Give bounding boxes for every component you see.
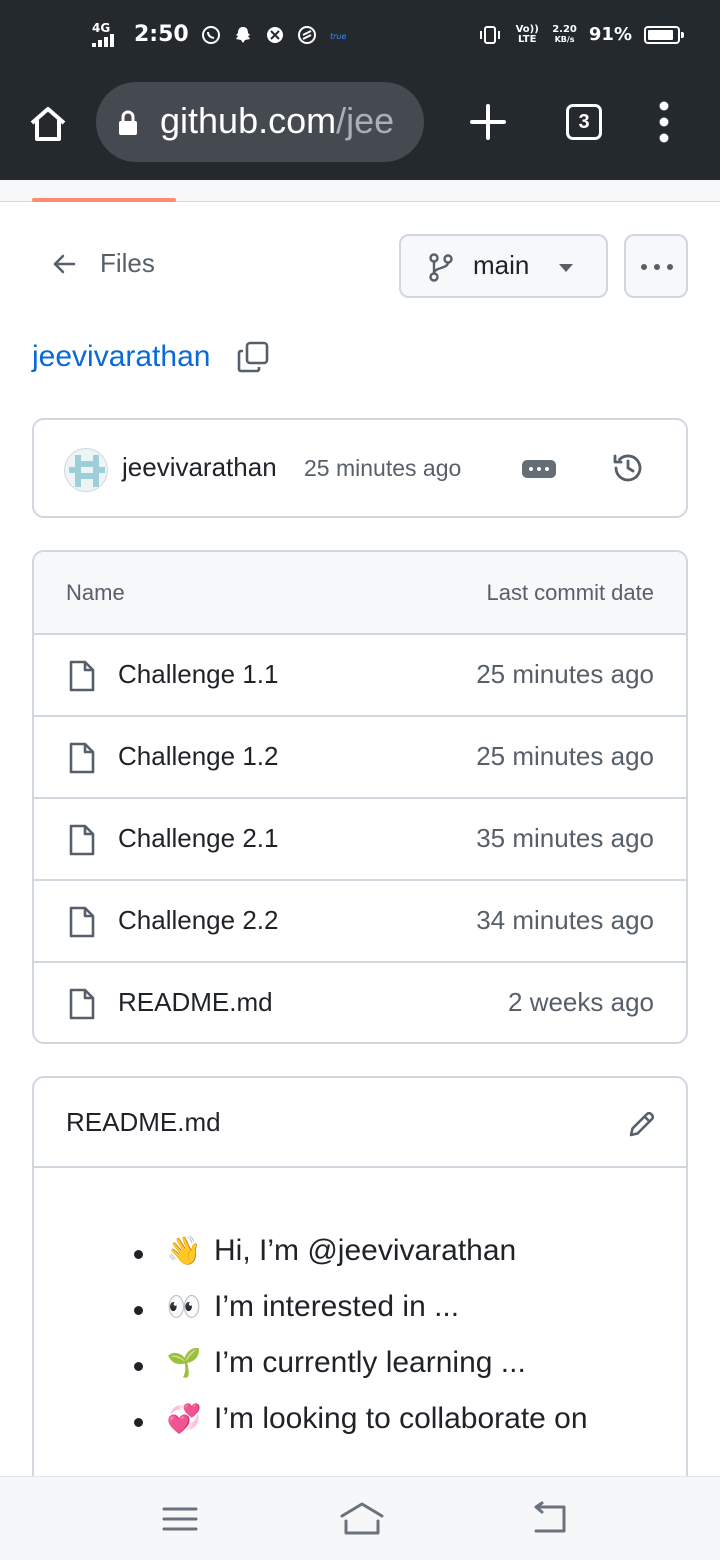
file-icon [69, 742, 95, 774]
signal-icon: 4G [92, 20, 122, 47]
table-row[interactable]: Challenge 2.1 35 minutes ago [34, 799, 686, 881]
speed-value: 2.20 [552, 23, 577, 35]
app-icon-2 [297, 25, 316, 44]
url-text: github.com/jee [160, 100, 394, 142]
file-name[interactable]: Challenge 1.1 [118, 659, 278, 690]
repo-breadcrumb: jeevivarathan [32, 340, 270, 374]
battery-icon [644, 25, 684, 44]
tab-switcher-button[interactable]: 3 [566, 104, 602, 140]
home-nav-icon[interactable] [338, 1501, 386, 1537]
commit-time: 25 minutes ago [304, 455, 462, 481]
eyes-icon: 👀 [166, 1290, 202, 1323]
clock: 2:50 [134, 22, 189, 47]
list-item: 🌱 I’m currently learning ... [134, 1346, 588, 1402]
history-icon[interactable] [610, 450, 646, 486]
lock-icon [119, 110, 137, 135]
branch-selector-button[interactable]: main [399, 234, 608, 298]
app-icon [266, 26, 283, 43]
file-date: 2 weeks ago [508, 987, 654, 1017]
readme-title: README.md [66, 1107, 221, 1137]
kebab-dot-icon [641, 264, 647, 270]
list-item-text: I’m looking to collaborate on [214, 1402, 588, 1435]
home-icon[interactable] [26, 102, 70, 146]
browser-toolbar: github.com/jee 3 [0, 78, 720, 180]
whatsapp-icon [201, 25, 220, 44]
new-tab-icon[interactable] [466, 100, 510, 144]
branch-name: main [473, 250, 530, 280]
back-to-files-link[interactable]: Files [50, 248, 155, 279]
svg-text:true: true [330, 32, 346, 41]
chevron-down-icon [559, 264, 573, 272]
network-speed: 2.20 KB/s [552, 23, 577, 45]
volte-indicator: Vo)) LTE [515, 23, 539, 45]
file-icon [69, 988, 95, 1020]
table-row[interactable]: Challenge 1.2 25 minutes ago [34, 717, 686, 799]
active-tab-indicator [32, 198, 176, 202]
file-icon [69, 660, 95, 692]
file-name[interactable]: Challenge 1.2 [118, 741, 278, 772]
url-path: /jee [336, 100, 395, 141]
file-name[interactable]: Challenge 2.1 [118, 823, 278, 854]
avatar[interactable] [64, 448, 108, 492]
status-left: 4G 2:50 true [92, 22, 349, 47]
pencil-icon[interactable] [626, 1108, 658, 1140]
arrow-left-icon [53, 254, 76, 273]
list-item: 👀 I’m interested in ... [134, 1290, 588, 1346]
file-date: 25 minutes ago [476, 659, 654, 689]
revolving-hearts-icon: 💞️ [166, 1402, 202, 1435]
snapchat-icon [235, 26, 250, 43]
list-item-text: I’m currently learning ... [214, 1346, 526, 1379]
address-bar[interactable]: github.com/jee [96, 82, 424, 162]
battery-percent: 91% [588, 24, 632, 45]
kebab-dot-icon [654, 264, 660, 270]
back-nav-icon[interactable] [528, 1501, 568, 1537]
status-bar: 4G 2:50 true Vo)) LTE 2.20 KB/s 91% [0, 0, 720, 78]
list-item-text: Hi, I’m @jeevivarathan [214, 1234, 517, 1267]
status-right: Vo)) LTE 2.20 KB/s 91% [478, 23, 684, 45]
url-host: github.com [160, 100, 337, 141]
more-options-button[interactable] [624, 234, 688, 298]
file-list-header: Name Last commit date [34, 552, 686, 635]
file-date: 35 minutes ago [476, 823, 654, 853]
list-item: 👋 Hi, I’m @jeevivarathan [134, 1234, 588, 1290]
page-tabs-strip [0, 180, 720, 202]
list-item-text: I’m interested in ... [214, 1290, 460, 1323]
column-header-name: Name [66, 580, 125, 605]
column-header-date: Last commit date [486, 580, 654, 605]
file-name[interactable]: Challenge 2.2 [118, 905, 278, 936]
seedling-icon: 🌱 [166, 1346, 202, 1379]
commit-message-toggle[interactable] [522, 460, 556, 478]
file-icon [69, 824, 95, 856]
list-item: 💞️ I’m looking to collaborate on [134, 1402, 588, 1458]
copy-icon[interactable] [236, 340, 270, 374]
back-label: Files [100, 248, 155, 278]
file-list-table: Name Last commit date Challenge 1.1 25 m… [32, 550, 688, 1044]
file-date: 25 minutes ago [476, 741, 654, 771]
table-row[interactable]: Challenge 1.1 25 minutes ago [34, 635, 686, 717]
readme-header: README.md [34, 1078, 686, 1168]
vibrate-icon [480, 25, 501, 44]
system-nav-bar [0, 1476, 720, 1560]
git-branch-icon [429, 253, 453, 282]
table-row[interactable]: Challenge 2.2 34 minutes ago [34, 881, 686, 963]
speed-unit: KB/s [554, 34, 575, 44]
true-icon: true [330, 32, 346, 41]
menu-icon[interactable] [652, 98, 676, 146]
readme-panel: README.md 👋 Hi, I’m @jeevivarathan 👀 I’m i… [32, 1076, 688, 1496]
table-row[interactable]: README.md 2 weeks ago [34, 963, 686, 1042]
file-name[interactable]: README.md [118, 987, 273, 1018]
commit-author[interactable]: jeevivarathan [122, 452, 277, 483]
file-date: 34 minutes ago [476, 905, 654, 935]
recents-menu-icon[interactable] [160, 1501, 200, 1537]
latest-commit-box: jeevivarathan 25 minutes ago [32, 418, 688, 518]
waving-hand-icon: 👋 [166, 1234, 202, 1267]
kebab-dot-icon [667, 264, 673, 270]
repo-owner-link[interactable]: jeevivarathan [32, 340, 210, 374]
network-type: 4G [92, 20, 111, 35]
file-icon [69, 906, 95, 938]
readme-content: 👋 Hi, I’m @jeevivarathan 👀 I’m interested … [134, 1234, 588, 1458]
